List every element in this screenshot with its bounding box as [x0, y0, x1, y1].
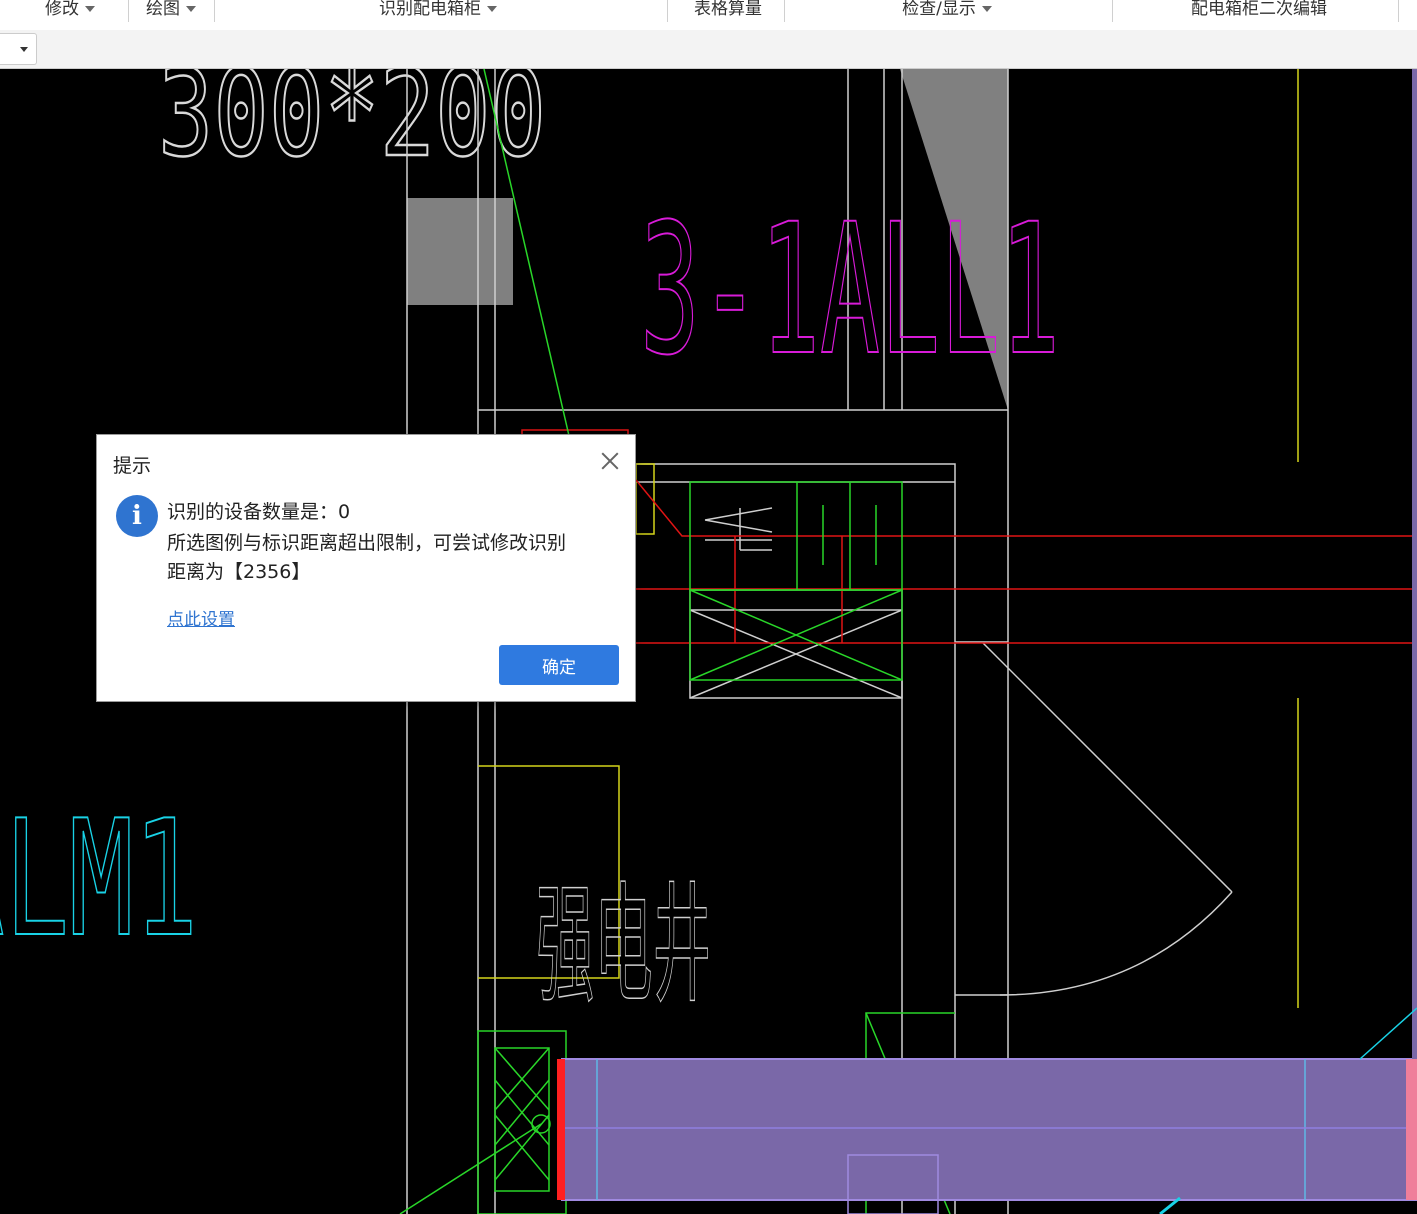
gray-block	[407, 198, 513, 305]
chevron-down-icon	[186, 6, 196, 12]
panel-id-magenta: 3-1ALL1	[640, 186, 1060, 395]
divider	[214, 0, 215, 22]
layer-select[interactable]	[0, 33, 37, 65]
tab-identify-panel[interactable]: 识别配电箱柜	[370, 0, 506, 22]
tab-panel-secondary-edit[interactable]: 配电箱柜二次编辑	[1185, 0, 1333, 22]
selection-highlight	[561, 1058, 1417, 1201]
secondary-toolbar	[0, 30, 1417, 69]
pink-grip[interactable]	[1406, 1059, 1417, 1200]
dialog-message-count: 识别的设备数量是：0	[167, 501, 351, 523]
divider	[128, 0, 129, 22]
dialog-message-distance: 距离为【2356】	[167, 561, 311, 583]
divider	[1398, 0, 1399, 22]
ok-button[interactable]: 确定	[499, 645, 619, 685]
divider	[1112, 0, 1113, 22]
info-icon: i	[116, 495, 158, 537]
tab-table-quantity[interactable]: 表格算量	[690, 0, 766, 22]
chevron-down-icon	[20, 47, 28, 52]
dialog-message-hint: 所选图例与标识距离超出限制，可尝试修改识别	[167, 532, 567, 554]
tab-draw[interactable]: 绘图	[141, 0, 201, 22]
purple-edge	[1412, 69, 1417, 1059]
dialog-title: 提示	[113, 455, 152, 477]
red-grip[interactable]	[557, 1059, 565, 1200]
chevron-down-icon	[487, 6, 497, 12]
shaft-label: 强电井	[536, 869, 711, 1021]
close-icon[interactable]	[599, 450, 621, 472]
tab-check-display[interactable]: 检查/显示	[895, 0, 999, 22]
panel-id-cyan: ALM1	[0, 785, 198, 972]
chevron-down-icon	[981, 6, 992, 12]
settings-link[interactable]: 点此设置	[167, 605, 235, 630]
chevron-down-icon	[85, 6, 95, 12]
tab-modify[interactable]: 修改	[40, 0, 100, 22]
prompt-dialog: 提示 i 识别的设备数量是：0 所选图例与标识距离超出限制，可尝试修改识别 距离…	[96, 434, 636, 702]
ribbon-bar: 修改 绘图 识别配电箱柜 表格算量 检查/显示 配电箱柜二次编辑	[0, 0, 1417, 31]
divider	[784, 0, 785, 22]
divider	[667, 0, 668, 22]
